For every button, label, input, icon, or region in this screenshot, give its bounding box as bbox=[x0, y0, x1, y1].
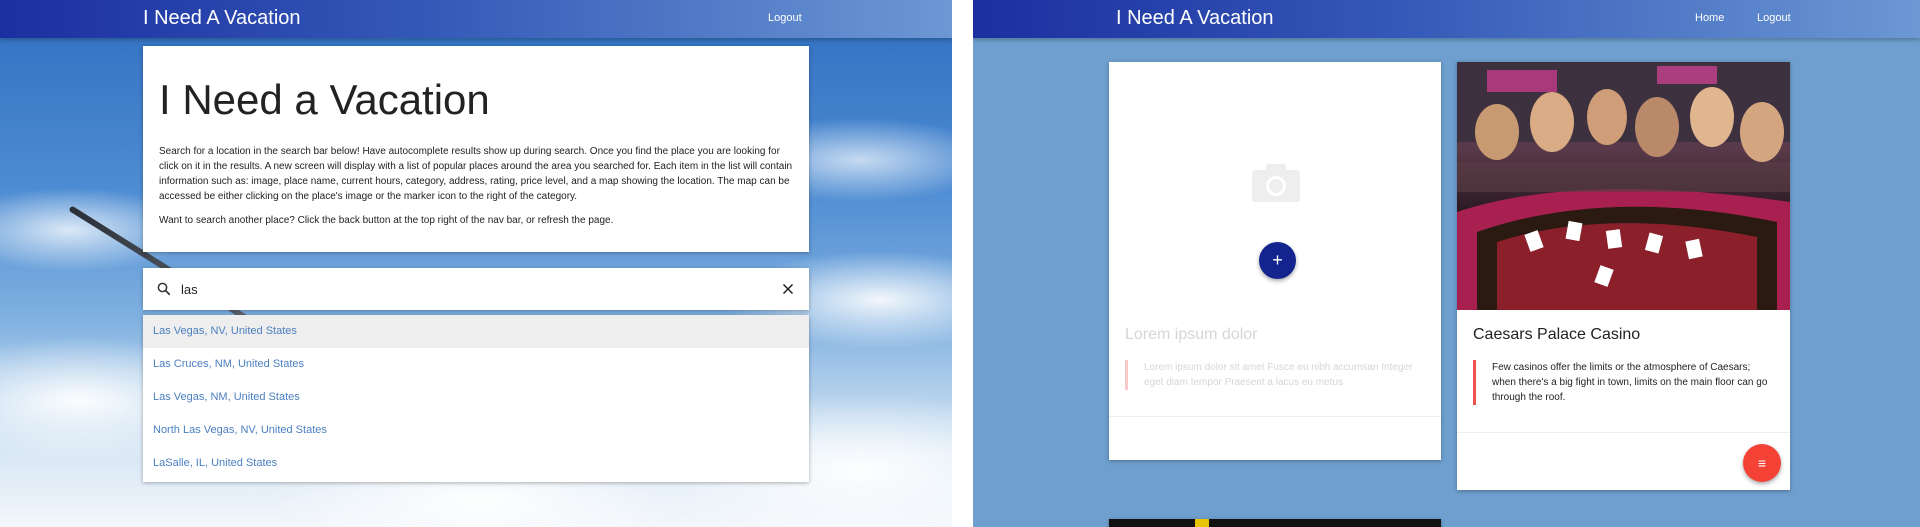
intro-paragraph-2: Want to search another place? Click the … bbox=[159, 215, 614, 226]
page-title: I Need a Vacation bbox=[159, 76, 490, 123]
intro-paragraph: Search for a location in the search bar … bbox=[159, 146, 793, 202]
card-title: Caesars Palace Casino bbox=[1473, 326, 1641, 343]
brand-title[interactable]: I Need A Vacation bbox=[1116, 7, 1274, 30]
logout-link[interactable]: Logout bbox=[768, 12, 802, 24]
results-screen: I Need A Vacation Home Logout + Lorem ip… bbox=[973, 0, 1920, 527]
card-description: Lorem ipsum dolor sit amet Fusce eu nibh… bbox=[1125, 360, 1425, 390]
home-link[interactable]: Home bbox=[1695, 12, 1724, 24]
autocomplete-item[interactable]: Las Vegas, NM, United States bbox=[143, 381, 809, 414]
navbar: I Need A Vacation Logout bbox=[0, 0, 952, 38]
place-card: Caesars Palace Casino Few casinos offer … bbox=[1457, 62, 1790, 490]
place-image[interactable] bbox=[1457, 62, 1790, 310]
autocomplete-item[interactable]: LaSalle, IL, United States bbox=[143, 447, 809, 480]
casino-photo bbox=[1457, 62, 1790, 310]
card-divider bbox=[1109, 416, 1441, 417]
place-card-partial bbox=[1109, 519, 1441, 527]
card-title: Lorem ipsum dolor bbox=[1125, 326, 1258, 343]
menu-button[interactable]: ≡ bbox=[1743, 444, 1781, 482]
card-divider bbox=[1457, 432, 1790, 433]
logout-link[interactable]: Logout bbox=[1757, 12, 1791, 24]
camera-icon bbox=[1252, 164, 1300, 202]
brand-title[interactable]: I Need A Vacation bbox=[143, 7, 301, 30]
add-button[interactable]: + bbox=[1259, 242, 1296, 279]
place-card-placeholder: + Lorem ipsum dolor Lorem ipsum dolor si… bbox=[1109, 62, 1441, 460]
autocomplete-item[interactable]: North Las Vegas, NV, United States bbox=[143, 414, 809, 447]
autocomplete-item[interactable]: Las Vegas, NV, United States bbox=[143, 315, 809, 348]
card-description: Few casinos offer the limits or the atmo… bbox=[1473, 360, 1773, 405]
navbar: I Need A Vacation Home Logout bbox=[973, 0, 1920, 38]
autocomplete-item[interactable]: Las Cruces, NM, United States bbox=[143, 348, 809, 381]
search-icon bbox=[157, 282, 171, 296]
search-input[interactable] bbox=[181, 276, 751, 302]
search-bar bbox=[143, 268, 809, 310]
close-icon[interactable] bbox=[779, 280, 797, 298]
intro-card: I Need a Vacation Search for a location … bbox=[143, 46, 809, 252]
search-screen: I Need A Vacation Logout I Need a Vacati… bbox=[0, 0, 952, 527]
autocomplete-results: Las Vegas, NV, United States Las Cruces,… bbox=[143, 315, 809, 482]
